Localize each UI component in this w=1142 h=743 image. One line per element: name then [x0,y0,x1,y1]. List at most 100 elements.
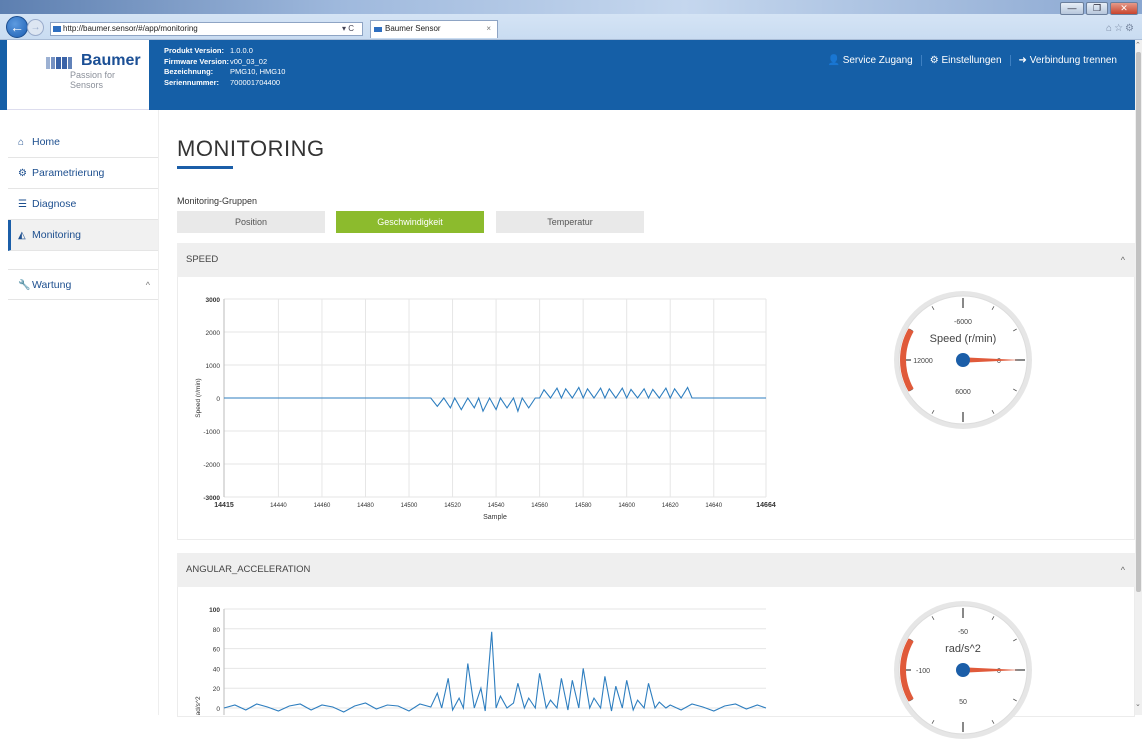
sign-out-icon: ➜ [1018,55,1030,66]
sidebar-item-label: Wartung [32,279,72,291]
gear-icon[interactable]: ⚙ [1125,23,1136,34]
home-icon: ⌂ [18,137,25,148]
maximize-button[interactable]: ❐ [1086,2,1108,15]
gauge-title: rad/s^2 [945,643,981,655]
x-tick-label: 14440 [270,503,287,509]
x-tick-label: 14480 [357,503,374,509]
group-button-geschwindigkeit[interactable]: Geschwindigkeit [336,211,484,233]
gauge-bottom-label: 6000 [955,389,971,396]
y-tick-label: -3000 [203,495,220,502]
speed-chart: 3000 2000 1000 0 -1000 -2000 -300014415 14440 14… [195,297,776,521]
einstellungen-link[interactable]: ⚙ Einstellungen [920,55,1010,66]
sidebar-item-wartung[interactable]: 🔧 Wartung ^ [8,269,158,300]
x-tick-label: 14415 [214,502,234,509]
collapse-icon[interactable]: ^ [1121,553,1125,587]
sidebar-item-monitoring[interactable]: ◭ Monitoring [8,220,158,251]
nav-label: Einstellungen [941,55,1002,66]
y-tick-label: 0 [216,396,220,403]
verbindung-trennen-link[interactable]: ➜ Verbindung trennen [1009,55,1125,66]
nav-label: Verbindung trennen [1029,55,1117,66]
x-tick-label: 14460 [314,503,331,509]
gauge-top-label: -6000 [954,319,972,326]
y-tick-label: 2000 [206,330,221,337]
gauge-left-label: -100 [916,668,930,675]
y-axis-label: Speed (r/min) [195,378,202,417]
sidebar-item-label: Monitoring [32,229,82,241]
info-row: Firmware Version:v00_03_02 [164,57,285,68]
info-value: v00_03_02 [230,56,268,66]
gauge-bottom-label: 50 [959,699,967,706]
service-zugang-link[interactable]: 👤 Service Zugang [819,55,920,66]
gauge-hub [956,663,970,677]
browser-toolbar: — ❐ ✕ ← → http://baumer.sensor/#/app/mon… [0,0,1142,40]
brand-name: Baumer [81,52,141,69]
scroll-down-icon[interactable]: ⌄ [1135,700,1141,708]
y-tick-label: 100 [209,607,220,614]
back-arrow-icon[interactable]: ← [6,16,28,38]
y-tick-label: 20 [213,686,221,693]
wrench-icon: 🔧 [18,280,31,291]
x-tick-label: 14664 [756,502,776,509]
sidebar-item-label: Parametrierung [32,167,105,179]
sidebar-item-home[interactable]: ⌂ Home [8,127,158,158]
info-key: Produkt Version: [164,46,225,55]
home-icon[interactable]: ⌂ [1106,23,1114,34]
nav-label: Service Zugang [842,55,913,66]
y-tick-label: 40 [213,666,221,673]
page-title: MONITORING [177,136,325,161]
close-window-button[interactable]: ✕ [1110,2,1138,15]
sidebar-item-diagnose[interactable]: ☰ Diagnose [8,189,158,220]
logo[interactable]: Baumer Passion for Sensors [7,40,149,110]
series-line [223,631,767,713]
y-tick-label: 1000 [206,363,221,370]
brand-tagline: Passion for Sensors [70,70,116,90]
info-key: Firmware Version: [164,56,230,66]
group-label: Monitoring-Gruppen [177,196,258,206]
info-key: Seriennummer: [164,77,220,87]
info-row: Produkt Version: 1.0.0.0 [164,46,285,57]
scroll-up-icon[interactable]: ⌃ [1135,41,1141,49]
x-tick-label: 14640 [705,503,722,509]
browser-tab[interactable]: Baumer Sensor × [370,20,498,38]
x-tick-label: 14600 [618,503,635,509]
gauge-hub [956,353,970,367]
gauge-left-label: 12000 [913,358,933,365]
panel-title: SPEED [186,254,219,265]
minimize-button[interactable]: — [1060,2,1084,15]
star-icon[interactable]: ☆ [1114,23,1125,34]
x-tick-label: 14580 [575,503,592,509]
x-tick-label: 14620 [662,503,679,509]
y-tick-label: 80 [213,627,221,634]
group-button-position[interactable]: Position [177,211,325,233]
y-tick-label: -2000 [203,462,220,469]
panel-body: 100 80 60 40 20 0 rad/s^2 -50 rad/s^2 -100 0 50 [177,587,1135,739]
gauge-title: Speed (r/min) [930,333,997,345]
tab-favicon-icon [374,27,382,32]
angular-acceleration-chart: 100 80 60 40 20 0 rad/s^2 [195,607,767,715]
x-axis-label: Sample [483,514,507,521]
address-controls[interactable]: ▾ C [342,24,354,33]
sidebar-item-parametrierung[interactable]: ⚙ Parametrierung [8,158,158,189]
x-tick-label: 14560 [531,503,548,509]
tab-close-icon[interactable]: × [486,21,491,37]
cogs-icon: ⚙ [18,168,27,179]
browser-icons: ⌂☆⚙ [1106,23,1136,34]
list-icon: ☰ [18,199,27,210]
x-tick-label: 14520 [444,503,461,509]
acceleration-gauge: -50rad/s^2-100 050 [894,601,1032,739]
scrollbar-thumb[interactable] [1136,52,1141,592]
y-axis-label: rad/s^2 [195,696,202,715]
address-bar[interactable]: http://baumer.sensor/#/app/monitoring [50,22,363,36]
panel-header[interactable]: SPEED ^ [177,243,1135,277]
collapse-icon[interactable]: ^ [1121,243,1125,277]
forward-arrow-icon[interactable]: → [27,19,44,36]
panel-body: 3000 2000 1000 0 -1000 -2000 -3000 14415 14440 14… [177,277,1135,540]
chevron-up-icon[interactable]: ^ [146,270,150,301]
window-title-strip [0,0,1142,14]
panel-header[interactable]: ANGULAR_ACCELERATION ^ [177,553,1135,587]
gear-icon: ⚙ [929,55,942,66]
info-value: 700001704400 [230,77,281,87]
sidebar-item-label: Diagnose [32,198,77,210]
area-chart-icon: ◭ [18,230,26,241]
group-button-temperatur[interactable]: Temperatur [496,211,644,233]
